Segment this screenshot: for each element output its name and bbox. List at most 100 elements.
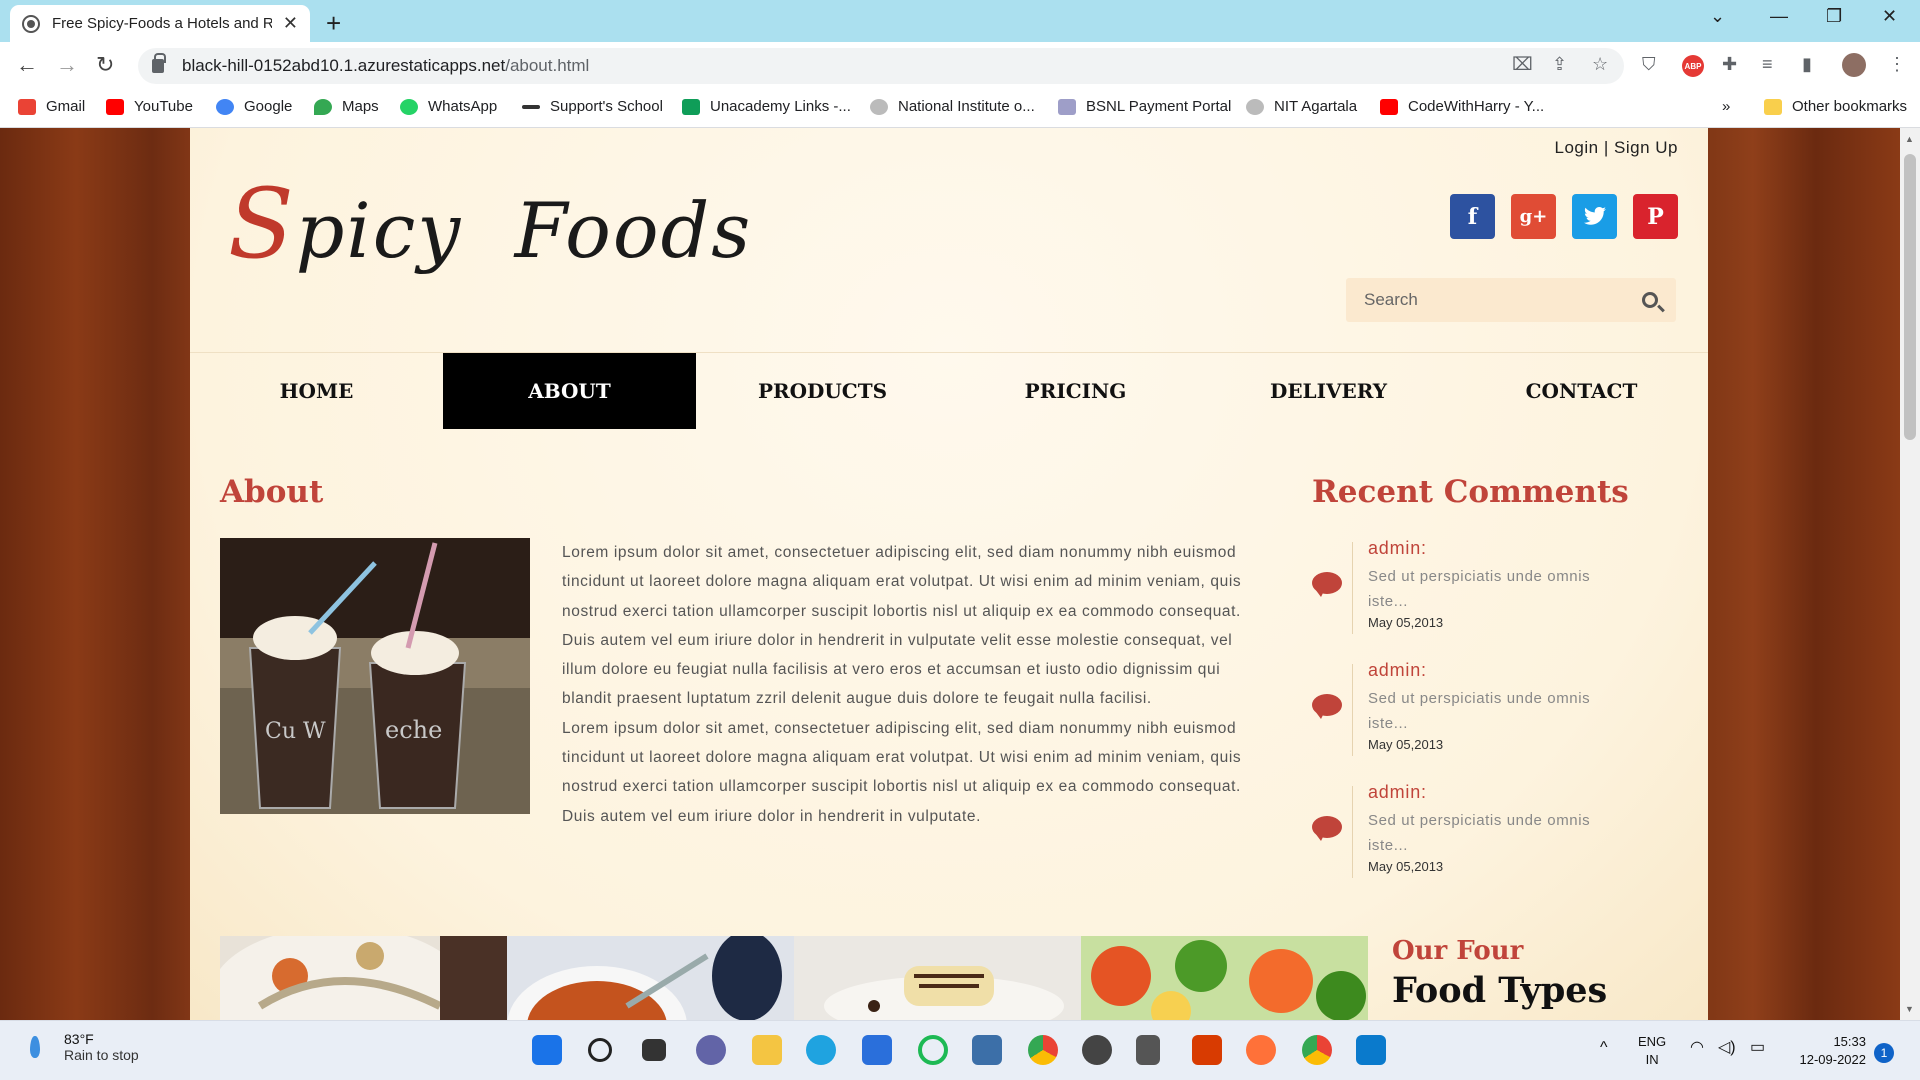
search-input[interactable] — [1364, 290, 1634, 310]
bookmark-google[interactable]: Google — [216, 98, 292, 115]
nav-contact[interactable]: CONTACT — [1455, 353, 1708, 429]
food-photo-vegetables[interactable] — [1081, 936, 1368, 1020]
food-photo-dessert[interactable] — [794, 936, 1081, 1020]
shield-icon[interactable]: ⛉ — [1642, 54, 1656, 75]
extensions-icon[interactable]: ✚ — [1722, 54, 1737, 75]
calculator-icon[interactable] — [1136, 1035, 1160, 1065]
reload-icon[interactable]: ↻ — [96, 52, 114, 78]
google-plus-icon[interactable]: g+ — [1511, 194, 1556, 239]
about-paragraph-1: Lorem ipsum dolor sit amet, consectetuer… — [562, 544, 1242, 708]
search-icon[interactable] — [588, 1038, 612, 1062]
weather-widget[interactable]: 83°F Rain to stop — [30, 1031, 139, 1063]
forward-icon[interactable]: → — [56, 52, 78, 78]
bookmark-nit-agartala[interactable]: NIT Agartala — [1246, 98, 1357, 115]
bookmark-whatsapp[interactable]: WhatsApp — [400, 98, 497, 115]
institute-icon — [870, 98, 888, 115]
bookmark-star-icon[interactable]: ☆ — [1592, 54, 1608, 75]
tray-overflow-icon[interactable]: ^ — [1600, 1039, 1608, 1057]
restore-icon[interactable]: ❐ — [1826, 6, 1842, 27]
gmail-icon — [18, 98, 36, 115]
comment-item[interactable]: admin: Sed ut perspiciatis unde omnis is… — [1312, 660, 1612, 764]
bookmark-codewithharry[interactable]: CodeWithHarry - Y... — [1380, 98, 1544, 115]
store-icon[interactable] — [862, 1035, 892, 1065]
signup-link[interactable]: Sign Up — [1614, 138, 1678, 157]
search-icon[interactable] — [1642, 292, 1658, 308]
pinterest-icon[interactable]: P — [1633, 194, 1678, 239]
nav-delivery[interactable]: DELIVERY — [1202, 353, 1455, 429]
menu-icon[interactable]: ⋮ — [1888, 54, 1906, 75]
lock-icon[interactable] — [152, 53, 166, 73]
vscode-icon[interactable] — [1356, 1035, 1386, 1065]
python-icon[interactable] — [972, 1035, 1002, 1065]
youtube-icon — [106, 98, 124, 115]
windows-start-icon[interactable] — [532, 1035, 562, 1065]
scroll-down-icon[interactable]: ▼ — [1905, 1004, 1914, 1014]
new-tab-icon[interactable]: + — [326, 8, 341, 39]
obs-icon[interactable] — [1082, 1035, 1112, 1065]
nav-pricing[interactable]: PRICING — [949, 353, 1202, 429]
bookmark-label: WhatsApp — [428, 98, 498, 115]
comment-item[interactable]: admin: Sed ut perspiciatis unde omnis is… — [1312, 538, 1612, 642]
chrome-profile-icon[interactable] — [1302, 1035, 1332, 1065]
firefox-icon[interactable] — [1246, 1035, 1276, 1065]
recorder-icon[interactable] — [918, 1035, 948, 1065]
food-photo-soup[interactable] — [507, 936, 794, 1020]
bookmarks-bar: Gmail YouTube Google Maps WhatsApp Suppo… — [0, 90, 1920, 128]
nav-home[interactable]: HOME — [190, 353, 443, 429]
side-panel-icon[interactable]: ▮ — [1802, 54, 1812, 75]
browser-tab[interactable]: Free Spicy-Foods a Hotels and Re ✕ — [10, 5, 310, 42]
notification-badge[interactable]: 1 — [1874, 1043, 1894, 1063]
bookmarks-overflow-icon[interactable]: » — [1722, 98, 1730, 115]
edge-icon[interactable] — [806, 1035, 836, 1065]
bookmark-bsnl[interactable]: BSNL Payment Portal — [1058, 98, 1231, 115]
login-link[interactable]: Login — [1555, 138, 1599, 157]
weather-temp: 83°F — [64, 1031, 94, 1047]
site-logo[interactable]: Spicy Foods — [228, 168, 752, 280]
comment-item[interactable]: admin: Sed ut perspiciatis unde omnis is… — [1312, 782, 1612, 886]
bookmark-unacademy[interactable]: Unacademy Links -... — [682, 98, 851, 115]
language-indicator[interactable]: ENG IN — [1638, 1033, 1666, 1069]
bookmark-label: Gmail — [46, 98, 86, 115]
comment-snippet: Sed ut perspiciatis unde omnis iste... — [1368, 568, 1591, 610]
bookmark-gmail[interactable]: Gmail — [18, 98, 85, 115]
about-heading: About — [220, 474, 324, 510]
twitter-icon[interactable] — [1572, 194, 1617, 239]
bookmark-youtube[interactable]: YouTube — [106, 98, 193, 115]
wifi-icon[interactable]: ◠ — [1690, 1039, 1704, 1057]
bookmark-other[interactable]: Other bookmarks — [1764, 98, 1907, 115]
facebook-icon[interactable]: f — [1450, 194, 1495, 239]
battery-icon[interactable]: ▭ — [1750, 1039, 1765, 1057]
media-icon[interactable]: ≡ — [1762, 54, 1773, 75]
adblock-icon[interactable]: ABP — [1682, 55, 1704, 77]
minimize-icon[interactable]: — — [1770, 6, 1788, 27]
nav-about[interactable]: ABOUT — [443, 353, 696, 429]
page-scrollbar[interactable]: ▲ ▼ — [1900, 128, 1920, 1020]
window-close-icon[interactable]: ✕ — [1882, 6, 1897, 27]
task-view-icon[interactable] — [642, 1039, 666, 1061]
scroll-up-icon[interactable]: ▲ — [1905, 134, 1914, 144]
share-icon[interactable]: ⇪ — [1552, 54, 1567, 75]
scroll-thumb[interactable] — [1904, 154, 1916, 440]
tab-title: Free Spicy-Foods a Hotels and Re — [52, 15, 272, 32]
site-container: Login | Sign Up Spicy Foods f g+ P HOME … — [190, 128, 1708, 1020]
file-explorer-icon[interactable] — [752, 1035, 782, 1065]
nav-products[interactable]: PRODUCTS — [696, 353, 949, 429]
comment-author: admin: — [1368, 660, 1427, 680]
bookmark-supports-school[interactable]: Support's School — [522, 98, 663, 115]
clock[interactable]: 15:33 12-09-2022 — [1786, 1033, 1867, 1069]
twitter-bird-glyph — [1583, 206, 1606, 225]
profile-avatar[interactable] — [1842, 53, 1866, 77]
chrome-icon[interactable] — [1028, 1035, 1058, 1065]
tab-search-icon[interactable]: ⌄ — [1710, 6, 1725, 27]
back-icon[interactable]: ← — [16, 52, 38, 78]
bookmark-maps[interactable]: Maps — [314, 98, 379, 115]
food-photo-salad[interactable] — [220, 936, 507, 1020]
address-bar[interactable]: black-hill-0152abd10.1.azurestaticapps.n… — [138, 48, 1624, 84]
translate-icon[interactable]: ⌧ — [1512, 54, 1533, 75]
bookmark-national-institute[interactable]: National Institute o... — [870, 98, 1035, 115]
bookmark-label: Unacademy Links -... — [710, 98, 851, 115]
teams-chat-icon[interactable] — [696, 1035, 726, 1065]
volume-icon[interactable]: ◁) — [1718, 1039, 1736, 1057]
tab-close-icon[interactable]: ✕ — [283, 13, 298, 34]
office-icon[interactable] — [1192, 1035, 1222, 1065]
